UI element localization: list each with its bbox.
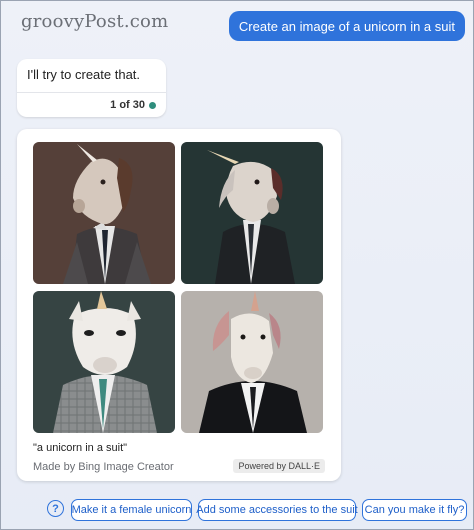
- turn-counter-text: 1 of 30: [110, 99, 145, 111]
- suggestion-button-make-it-fly[interactable]: Can you make it fly?: [362, 499, 467, 521]
- image-result-card: "a unicorn in a suit" Made by Bing Image…: [17, 129, 341, 481]
- user-message-bubble: Create an image of a unicorn in a suit: [228, 11, 465, 41]
- unicorn-suit-image-4[interactable]: [181, 291, 323, 433]
- image-prompt-text: "a unicorn in a suit": [33, 442, 128, 454]
- unicorn-suit-image-2[interactable]: [181, 142, 323, 284]
- image-creator-text: Made by Bing Image Creator: [33, 461, 174, 473]
- suggestion-button-female-unicorn[interactable]: Make it a female unicorn: [71, 499, 192, 521]
- powered-by-badge: Powered by DALL·E: [233, 459, 325, 473]
- help-icon[interactable]: ?: [47, 500, 64, 517]
- unicorn-suit-image-3[interactable]: [33, 291, 175, 433]
- unicorn-suit-image-1[interactable]: [33, 142, 175, 284]
- bot-message-text: I'll try to create that.: [27, 67, 141, 82]
- watermark: groovyPost.com: [21, 11, 169, 32]
- bot-message-divider: [17, 92, 166, 93]
- status-dot-icon: [149, 101, 156, 109]
- suggestion-button-add-accessories[interactable]: Add some accessories to the suit: [196, 499, 358, 521]
- user-message-text: Create an image of a unicorn in a suit: [238, 18, 455, 34]
- turn-counter: 1 of 30: [110, 99, 156, 111]
- bot-message-bubble: I'll try to create that. 1 of 30: [17, 59, 166, 117]
